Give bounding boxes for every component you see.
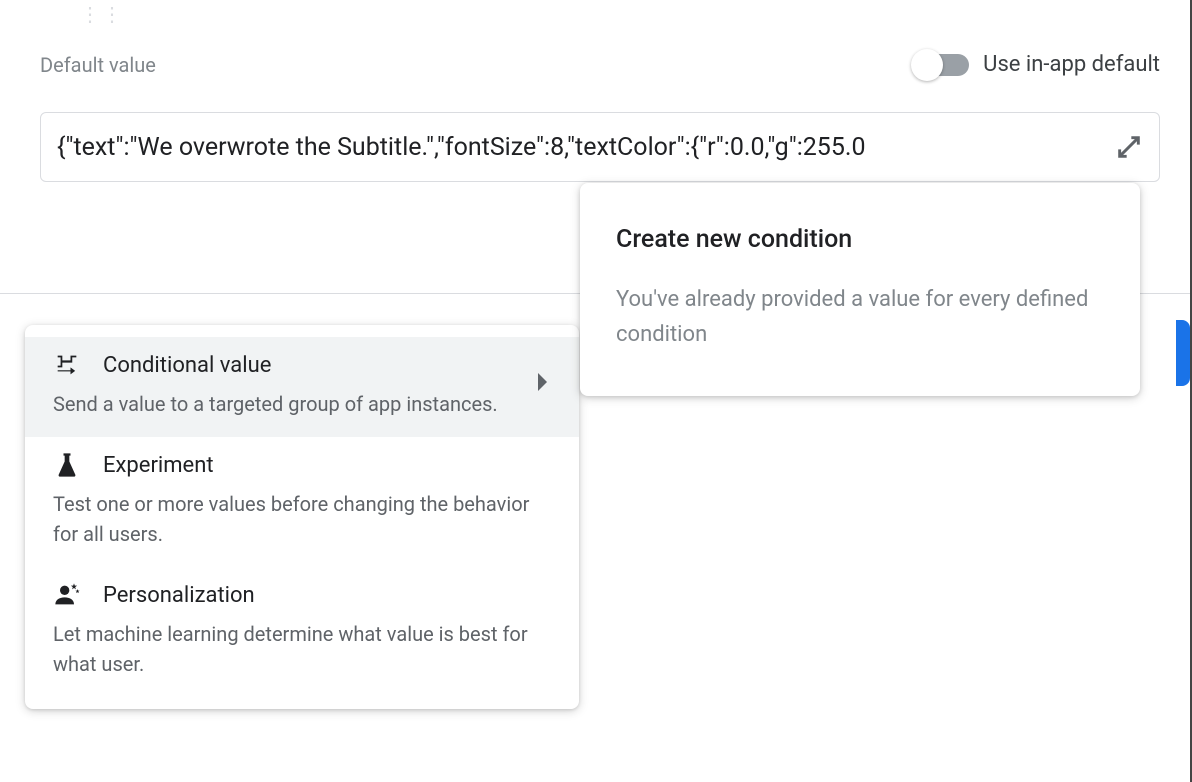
use-in-app-default-wrap: Use in-app default [917, 52, 1160, 77]
use-in-app-default-label: Use in-app default [983, 52, 1160, 77]
popover-title: Create new condition [616, 225, 1104, 254]
personalization-desc: Let machine learning determine what valu… [53, 619, 551, 679]
conditional-desc: Send a value to a targeted group of app … [53, 389, 551, 419]
experiment-icon [53, 451, 81, 479]
create-condition-popover: Create new condition You've already prov… [580, 183, 1140, 396]
personalization-title: Personalization [103, 583, 255, 608]
default-value-label: Default value [40, 53, 156, 77]
experiment-title: Experiment [103, 453, 214, 478]
drag-handle-icon[interactable]: ⋮⋮ [80, 2, 124, 26]
expand-icon[interactable] [1115, 133, 1143, 161]
menu-item-conditional[interactable]: Conditional value Send a value to a targ… [25, 337, 579, 437]
menu-item-experiment[interactable]: Experiment Test one or more values befor… [25, 437, 579, 567]
chevron-right-icon [538, 373, 547, 391]
menu-item-head: Experiment [53, 451, 551, 479]
menu-item-head: Personalization [53, 581, 551, 609]
use-in-app-default-toggle[interactable] [917, 54, 969, 76]
menu-item-personalization[interactable]: Personalization Let machine learning det… [25, 567, 579, 697]
add-new-menu: Conditional value Send a value to a targ… [25, 325, 579, 709]
popover-text: You've already provided a value for ever… [616, 282, 1104, 352]
experiment-desc: Test one or more values before changing … [53, 489, 551, 549]
default-value-input[interactable]: {"text":"We overwrote the Subtitle.","fo… [40, 112, 1160, 182]
add-button-sliver[interactable] [1176, 320, 1190, 386]
conditional-title: Conditional value [103, 353, 271, 378]
personalization-icon [53, 581, 81, 609]
default-value-row: Default value Use in-app default [40, 52, 1160, 77]
menu-item-head: Conditional value [53, 351, 551, 379]
remote-config-panel: ⋮⋮ Default value Use in-app default {"te… [0, 0, 1192, 782]
default-value-text: {"text":"We overwrote the Subtitle.","fo… [57, 133, 1107, 162]
conditional-icon [53, 351, 81, 379]
